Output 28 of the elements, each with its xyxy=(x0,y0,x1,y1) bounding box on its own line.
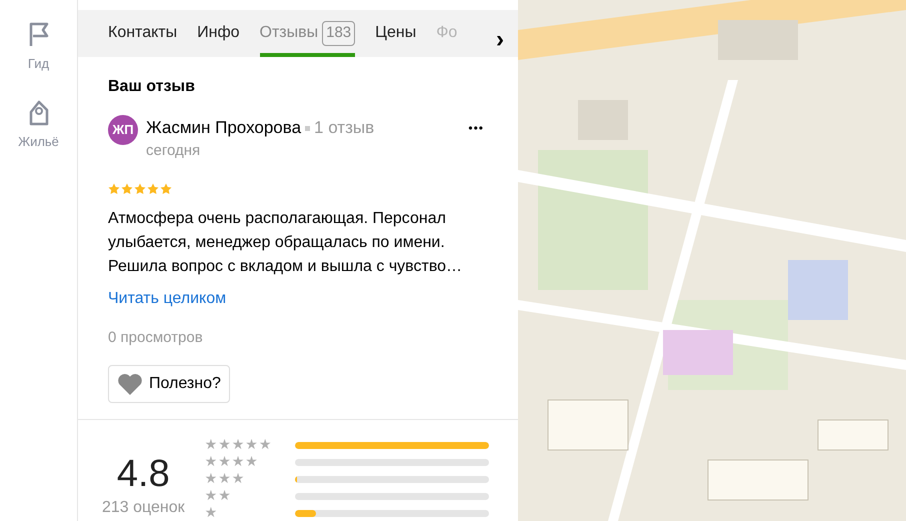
star-icon xyxy=(108,182,120,194)
tab[interactable]: Цены xyxy=(375,10,416,56)
section-heading: Ваш отзыв xyxy=(108,76,196,96)
avatar: ЖП xyxy=(108,114,138,144)
rating-count: 213 оценок xyxy=(102,498,185,518)
author-review-count: 1 отзыв xyxy=(314,118,374,136)
star-label: ★★★ xyxy=(204,472,246,487)
star-icon xyxy=(160,182,172,194)
read-more-link[interactable]: Читать целиком xyxy=(108,286,226,310)
star-icon xyxy=(121,182,133,194)
more-button[interactable]: ••• xyxy=(464,118,488,136)
star-label: ★★★★★ xyxy=(204,438,272,453)
star-icon xyxy=(147,182,159,194)
tab-count-badge: 183 xyxy=(322,21,356,46)
star-label: ★★ xyxy=(204,489,232,504)
tab[interactable]: Инфо xyxy=(197,10,240,56)
review-text: Атмосфера очень располагающая. Персонал улыбается, менеджер обращалась по имени. Решила вопрос с вкладом и вышла с чувство… xyxy=(108,208,464,276)
author-name[interactable]: Жасмин Прохорова xyxy=(146,118,302,136)
review-date: сегодня xyxy=(146,141,202,161)
next-tab-button[interactable]: › xyxy=(492,28,508,52)
tab[interactable]: Контакты xyxy=(108,10,178,56)
heart-icon xyxy=(117,373,143,395)
star-label: ★★★★ xyxy=(204,455,259,470)
star-label: ★ xyxy=(204,506,218,521)
rating-value: 4.8 xyxy=(116,454,171,496)
useful-button[interactable]: Полезно? xyxy=(108,365,230,403)
star-icon xyxy=(134,182,146,194)
view-count: 0 просмотров xyxy=(108,328,204,348)
